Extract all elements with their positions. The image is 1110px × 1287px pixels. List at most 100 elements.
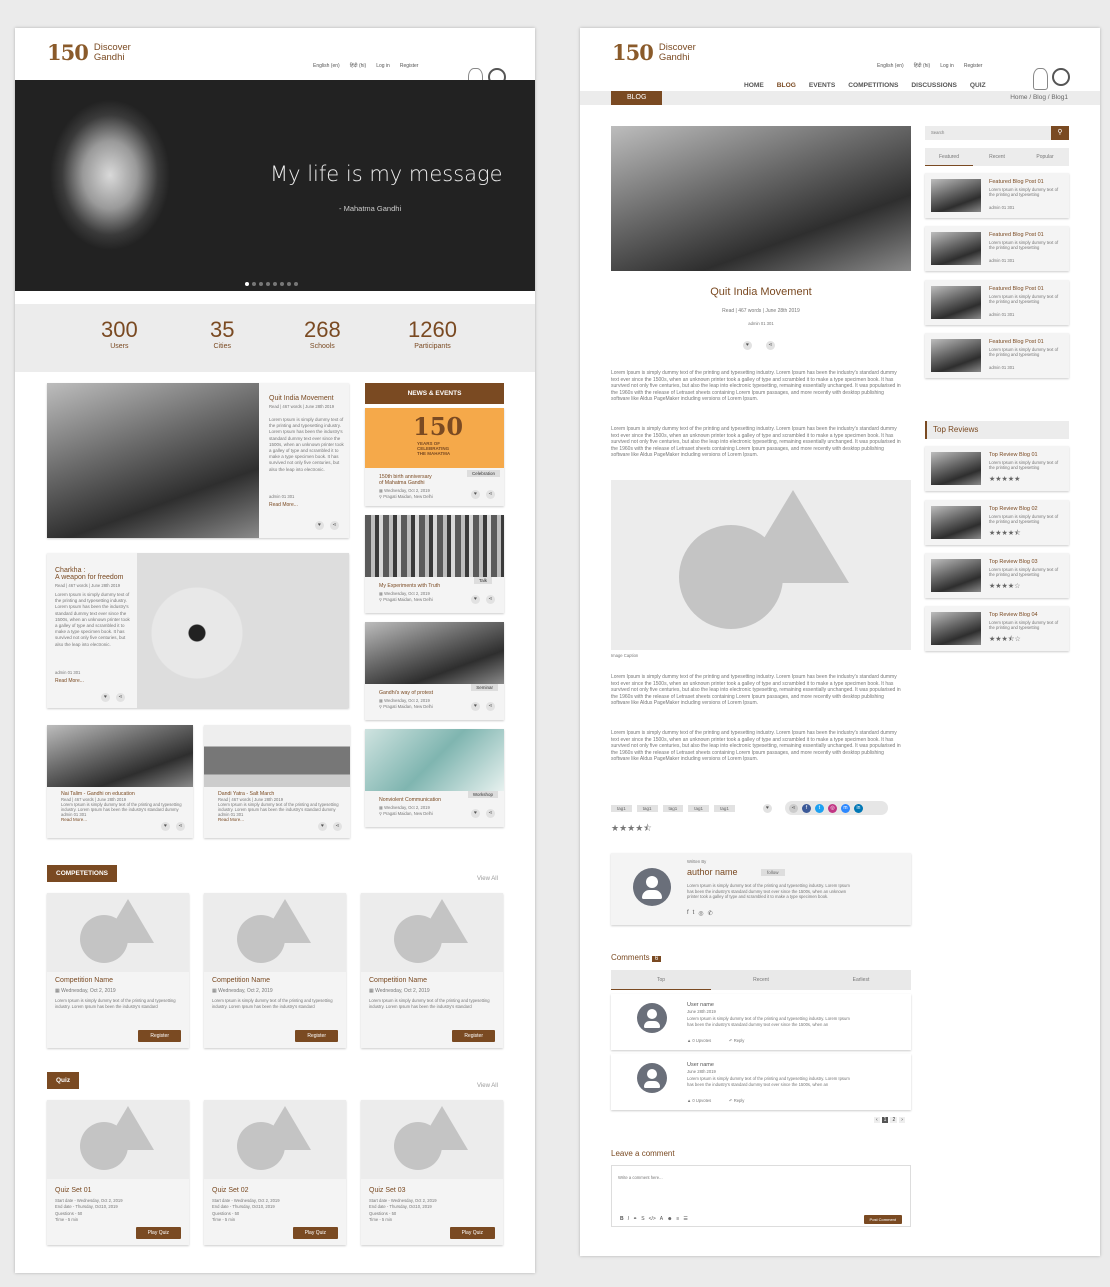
- post-title-line1[interactable]: Charkha :: [55, 567, 133, 574]
- post-title[interactable]: Quit India Movement: [269, 395, 345, 402]
- quiz-card-3[interactable]: Quiz Set 03 Start date - Wednesday, Oct …: [361, 1100, 503, 1245]
- post-title-line2[interactable]: A weapon for freedom: [55, 574, 133, 581]
- like-icon[interactable]: ♥: [101, 693, 110, 702]
- page-2[interactable]: 2: [890, 1117, 898, 1123]
- like-icon[interactable]: ♥: [318, 822, 327, 831]
- blog-card-charkha[interactable]: Charkha : A weapon for freedom Read | 46…: [47, 553, 349, 708]
- review-title[interactable]: Top Review Blog 01: [989, 452, 1038, 458]
- read-more-link[interactable]: Read More...: [269, 502, 345, 508]
- featured-title[interactable]: Featured Blog Post 01: [989, 286, 1044, 292]
- event-card-1[interactable]: 150 YEARS OF CELEBRATING THE MAHATMA Celeb…: [365, 408, 504, 506]
- quiz-card-1[interactable]: Quiz Set 01 Start date - Wednesday, Oct …: [47, 1100, 189, 1245]
- prev-page-icon[interactable]: ‹: [874, 1117, 880, 1123]
- register-button[interactable]: Register: [295, 1030, 338, 1042]
- review-title[interactable]: Top Review Blog 03: [989, 559, 1038, 565]
- play-quiz-button[interactable]: Play Quiz: [135, 1227, 181, 1239]
- event-title[interactable]: My Experiments with Truth: [379, 583, 440, 589]
- tab-featured[interactable]: Featured: [925, 148, 973, 166]
- login-link[interactable]: Log in: [376, 63, 390, 69]
- competition-card-3[interactable]: Competition Name ▦ Wednesday, Oct 2, 201…: [361, 893, 503, 1048]
- tag-chip[interactable]: tag1: [688, 805, 710, 812]
- quiz-name[interactable]: Quiz Set 02: [212, 1187, 280, 1194]
- event-title[interactable]: Gandhi's way of protest: [379, 690, 433, 696]
- upvotes[interactable]: 0 Upvotes: [692, 1038, 711, 1043]
- featured-title[interactable]: Featured Blog Post 01: [989, 179, 1044, 185]
- share-icon[interactable]: ⋖: [486, 702, 495, 711]
- logo[interactable]: 150 Discover Gandhi: [47, 40, 131, 65]
- register-link[interactable]: Register: [964, 63, 983, 69]
- nav-home[interactable]: HOME: [744, 82, 764, 89]
- share-icon[interactable]: ⋖: [486, 595, 495, 604]
- like-icon[interactable]: ♥: [763, 804, 772, 813]
- share-icon[interactable]: ⋖: [766, 341, 775, 350]
- article-rating[interactable]: ★★★★⯪: [611, 821, 652, 837]
- messenger-icon[interactable]: m: [841, 803, 850, 813]
- comment-user[interactable]: User name: [687, 1002, 714, 1008]
- facebook-icon[interactable]: f: [802, 803, 811, 813]
- font-color-icon[interactable]: A: [660, 1216, 663, 1222]
- like-icon[interactable]: ♥: [471, 809, 480, 818]
- comment-tab-earliest[interactable]: Earliest: [811, 970, 911, 990]
- share-icon[interactable]: ⋖: [486, 809, 495, 818]
- blog-card-nai-talim[interactable]: Nai Talim - Gandhi on education Read | 4…: [47, 725, 193, 838]
- event-card-2[interactable]: Talk My Experiments with Truth ▦ Wednesd…: [365, 515, 504, 613]
- code-icon[interactable]: </>: [649, 1216, 656, 1222]
- reply-link[interactable]: Reply: [734, 1098, 745, 1103]
- featured-title[interactable]: Featured Blog Post 01: [989, 339, 1044, 345]
- nav-discussions[interactable]: DISCUSSIONS: [911, 82, 956, 89]
- nav-events[interactable]: EVENTS: [809, 82, 835, 89]
- lang-hi-link[interactable]: हिंदी (hi): [350, 63, 367, 69]
- next-page-icon[interactable]: ›: [899, 1117, 905, 1123]
- read-more-link[interactable]: Read More...: [55, 678, 133, 684]
- comment-user[interactable]: User name: [687, 1062, 714, 1068]
- author-name[interactable]: author name: [687, 867, 738, 877]
- competition-name[interactable]: Competition Name: [212, 977, 340, 984]
- like-icon[interactable]: ♥: [743, 341, 752, 350]
- review-item[interactable]: Top Review Blog 04 Lorem Ipsum is simply…: [925, 606, 1069, 651]
- breadcrumb[interactable]: Home / Blog / Blog1: [1010, 94, 1068, 101]
- blog-card-quit-india[interactable]: Quit India Movement Read | 467 words | J…: [47, 383, 349, 538]
- slider-dots[interactable]: [245, 282, 298, 286]
- strike-icon[interactable]: S: [641, 1216, 644, 1222]
- share-icon[interactable]: ⋖: [486, 490, 495, 499]
- lang-hi-link[interactable]: हिंदी (hi): [914, 63, 931, 69]
- italic-icon[interactable]: I: [628, 1216, 629, 1222]
- search-icon[interactable]: ⚲: [1051, 126, 1069, 140]
- tag-chip[interactable]: tag1: [662, 805, 684, 812]
- featured-post-item[interactable]: Featured Blog Post 01 Lorem Ipsum is sim…: [925, 333, 1069, 378]
- read-more-link[interactable]: Read More...: [61, 817, 186, 822]
- bold-icon[interactable]: B: [620, 1216, 624, 1222]
- featured-post-item[interactable]: Featured Blog Post 01 Lorem Ipsum is sim…: [925, 173, 1069, 218]
- competition-name[interactable]: Competition Name: [55, 977, 183, 984]
- like-icon[interactable]: ♥: [471, 595, 480, 604]
- linkedin-icon[interactable]: in: [854, 803, 863, 813]
- quiz-view-all[interactable]: View All: [477, 1083, 498, 1089]
- quiz-card-2[interactable]: Quiz Set 02 Start date - Wednesday, Oct …: [204, 1100, 346, 1245]
- tab-popular[interactable]: Popular: [1021, 148, 1069, 166]
- emoji-icon[interactable]: ☻: [667, 1216, 672, 1222]
- follow-button[interactable]: follow: [761, 869, 785, 876]
- page-1[interactable]: 1: [881, 1117, 889, 1123]
- twitter-icon[interactable]: t: [693, 910, 695, 917]
- comment-tab-recent[interactable]: Recent: [711, 970, 811, 990]
- tag-chip[interactable]: tag1: [714, 805, 735, 812]
- quiz-name[interactable]: Quiz Set 01: [55, 1187, 123, 1194]
- logo[interactable]: 150 Discover Gandhi: [612, 40, 696, 65]
- competitions-view-all[interactable]: View All: [477, 876, 498, 882]
- upvotes[interactable]: 0 Upvotes: [692, 1098, 711, 1103]
- like-icon[interactable]: ♥: [161, 822, 170, 831]
- featured-title[interactable]: Featured Blog Post 01: [989, 232, 1044, 238]
- competition-name[interactable]: Competition Name: [369, 977, 497, 984]
- tag-chip[interactable]: tag1: [636, 805, 658, 812]
- review-title[interactable]: Top Review Blog 02: [989, 506, 1038, 512]
- play-quiz-button[interactable]: Play Quiz: [292, 1227, 338, 1239]
- share-icon[interactable]: ⋖: [333, 822, 342, 831]
- facebook-icon[interactable]: f: [687, 910, 689, 917]
- read-more-link[interactable]: Read More...: [218, 817, 343, 822]
- lang-en-link[interactable]: English (en): [877, 63, 904, 69]
- featured-post-item[interactable]: Featured Blog Post 01 Lorem Ipsum is sim…: [925, 226, 1069, 271]
- event-card-4[interactable]: Workshop Nonviolent Communication ▦ Wedn…: [365, 729, 504, 827]
- event-card-3[interactable]: Seminar Gandhi's way of protest ▦ Wednes…: [365, 622, 504, 720]
- review-item[interactable]: Top Review Blog 01 Lorem Ipsum is simply…: [925, 446, 1069, 491]
- event-title-line2[interactable]: of Mahatma Gandhi: [379, 480, 432, 486]
